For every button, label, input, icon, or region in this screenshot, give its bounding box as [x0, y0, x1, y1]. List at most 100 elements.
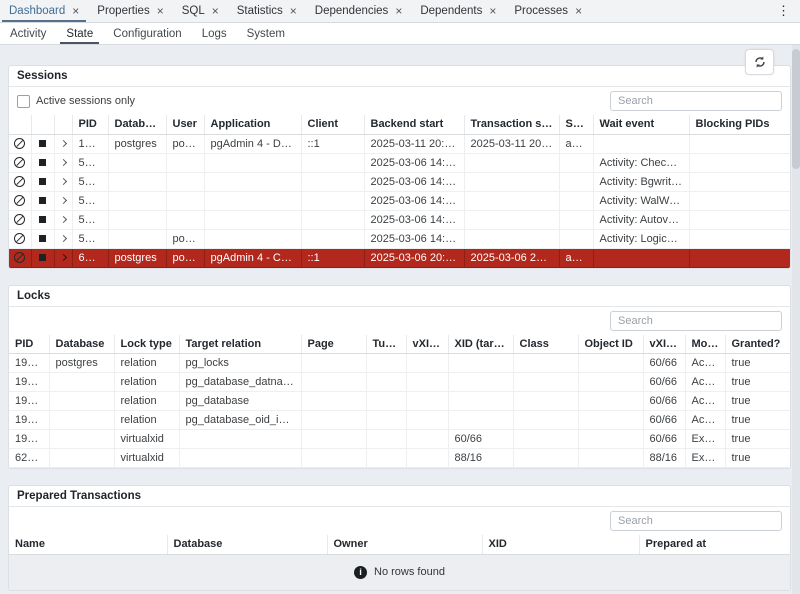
cell-backend-start[interactable]: 2025-03-06 14:10:11 …: [364, 210, 464, 229]
expand-row-icon[interactable]: [59, 159, 66, 166]
table-row[interactable]: 19425postgresrelationpg_locks60/66Acces……: [9, 354, 790, 373]
row-action-cell[interactable]: [9, 172, 31, 191]
terminate-session-icon[interactable]: [39, 216, 46, 223]
cell-backend-start[interactable]: 2025-03-06 14:10:11 …: [364, 229, 464, 248]
cell-blocking-pids[interactable]: [689, 191, 790, 210]
cell-mode[interactable]: Acces…: [685, 411, 725, 430]
cell-granted[interactable]: true: [725, 411, 790, 430]
cell-page[interactable]: [301, 373, 366, 392]
cancel-session-icon[interactable]: [14, 138, 25, 149]
locks-search-input[interactable]: [610, 311, 782, 331]
cell-mode[interactable]: Exclusi…: [685, 449, 725, 468]
cell-application[interactable]: [204, 153, 301, 172]
cancel-session-icon[interactable]: [14, 176, 25, 187]
table-row[interactable]: 62574virtualxid88/1688/16Exclusi…true: [9, 449, 790, 468]
cell-user[interactable]: [166, 210, 204, 229]
cell-class[interactable]: [513, 411, 578, 430]
cell-state[interactable]: active: [559, 134, 593, 153]
column-header-backend-start[interactable]: Backend start: [364, 115, 464, 134]
table-row[interactable]: 19425relationpg_database_datname_ind…60/…: [9, 373, 790, 392]
row-action-cell[interactable]: [31, 229, 54, 248]
cell-application[interactable]: pgAdmin 4 - DB:post…: [204, 134, 301, 153]
cell-xid-target[interactable]: 60/66: [448, 430, 513, 449]
cancel-session-icon[interactable]: [14, 214, 25, 225]
subtab-activity[interactable]: Activity: [0, 23, 56, 44]
column-header-class[interactable]: Class: [513, 335, 578, 354]
cell-object-id[interactable]: [578, 449, 643, 468]
subtab-configuration[interactable]: Configuration: [103, 23, 191, 44]
cell-transaction-start[interactable]: [464, 210, 559, 229]
cell-user[interactable]: postgr…: [166, 229, 204, 248]
cell-pid[interactable]: 19425: [9, 392, 49, 411]
cell-database[interactable]: [108, 191, 166, 210]
cell-backend-start[interactable]: 2025-03-06 14:10:11 …: [364, 191, 464, 210]
cell-database[interactable]: postgres: [108, 134, 166, 153]
cell-blocking-pids[interactable]: [689, 134, 790, 153]
vertical-scrollbar[interactable]: [792, 45, 800, 594]
cell-user[interactable]: postgr…: [166, 248, 204, 267]
terminate-session-icon[interactable]: [39, 197, 46, 204]
cell-blocking-pids[interactable]: [689, 229, 790, 248]
cell-pid[interactable]: 19425: [9, 373, 49, 392]
cell-target-relation[interactable]: [179, 430, 301, 449]
cell-tuple[interactable]: [366, 411, 406, 430]
cell-user[interactable]: [166, 153, 204, 172]
close-icon[interactable]: ×: [575, 5, 582, 17]
cell-application[interactable]: [204, 210, 301, 229]
cell-vxid[interactable]: 88/16: [643, 449, 685, 468]
cell-vxid-t[interactable]: [406, 392, 448, 411]
overflow-menu-icon[interactable]: ⋮: [771, 0, 796, 22]
cell-xid-target[interactable]: [448, 373, 513, 392]
row-action-cell[interactable]: [9, 248, 31, 267]
cell-client[interactable]: [301, 229, 364, 248]
cell-blocking-pids[interactable]: [689, 248, 790, 267]
cell-vxid[interactable]: 60/66: [643, 354, 685, 373]
cell-blocking-pids[interactable]: [689, 172, 790, 191]
cell-object-id[interactable]: [578, 392, 643, 411]
cell-mode[interactable]: Acces…: [685, 354, 725, 373]
cell-target-relation[interactable]: pg_database: [179, 392, 301, 411]
cell-target-relation[interactable]: [179, 449, 301, 468]
tab-properties[interactable]: Properties×: [88, 0, 172, 22]
cell-target-relation[interactable]: pg_database_oid_index: [179, 411, 301, 430]
cell-vxid-t[interactable]: [406, 449, 448, 468]
cell-pid[interactable]: 53456: [72, 210, 108, 229]
table-row[interactable]: 62574postgrespostgr…pgAdmin 4 - CONN:6…:…: [9, 248, 790, 267]
row-action-cell[interactable]: [31, 191, 54, 210]
table-row[interactable]: 19425relationpg_database60/66Acces…true: [9, 392, 790, 411]
column-header-granted[interactable]: Granted?: [725, 335, 790, 354]
row-action-cell[interactable]: [9, 229, 31, 248]
cell-granted[interactable]: true: [725, 373, 790, 392]
subtab-system[interactable]: System: [237, 23, 295, 44]
cell-pid[interactable]: 19425: [9, 411, 49, 430]
cell-tuple[interactable]: [366, 430, 406, 449]
cell-wait-event[interactable]: Activity: WalWriterM…: [593, 191, 689, 210]
cell-pid[interactable]: 19425: [9, 430, 49, 449]
cell-lock-type[interactable]: virtualxid: [114, 449, 179, 468]
table-row[interactable]: 19425relationpg_database_oid_index60/66A…: [9, 411, 790, 430]
cell-pid[interactable]: 62574: [72, 248, 108, 267]
cell-vxid[interactable]: 60/66: [643, 392, 685, 411]
cell-client[interactable]: [301, 210, 364, 229]
row-action-cell[interactable]: [31, 248, 54, 267]
close-icon[interactable]: ×: [212, 5, 219, 17]
tab-dependents[interactable]: Dependents×: [411, 0, 505, 22]
cell-transaction-start[interactable]: [464, 153, 559, 172]
cell-vxid-t[interactable]: [406, 411, 448, 430]
sessions-search-input[interactable]: [610, 91, 782, 111]
cell-pid[interactable]: 53452: [72, 153, 108, 172]
cell-client[interactable]: [301, 153, 364, 172]
column-header-lock-type[interactable]: Lock type: [114, 335, 179, 354]
cell-object-id[interactable]: [578, 373, 643, 392]
expand-row-icon[interactable]: [59, 216, 66, 223]
cell-database[interactable]: [49, 392, 114, 411]
cell-wait-event[interactable]: [593, 248, 689, 267]
cell-granted[interactable]: true: [725, 430, 790, 449]
cell-granted[interactable]: true: [725, 354, 790, 373]
expand-row-icon[interactable]: [59, 140, 66, 147]
table-row[interactable]: 19425virtualxid60/6660/66Exclusi…true: [9, 430, 790, 449]
cancel-session-icon[interactable]: [14, 233, 25, 244]
close-icon[interactable]: ×: [157, 5, 164, 17]
tab-processes[interactable]: Processes×: [505, 0, 591, 22]
cell-lock-type[interactable]: virtualxid: [114, 430, 179, 449]
